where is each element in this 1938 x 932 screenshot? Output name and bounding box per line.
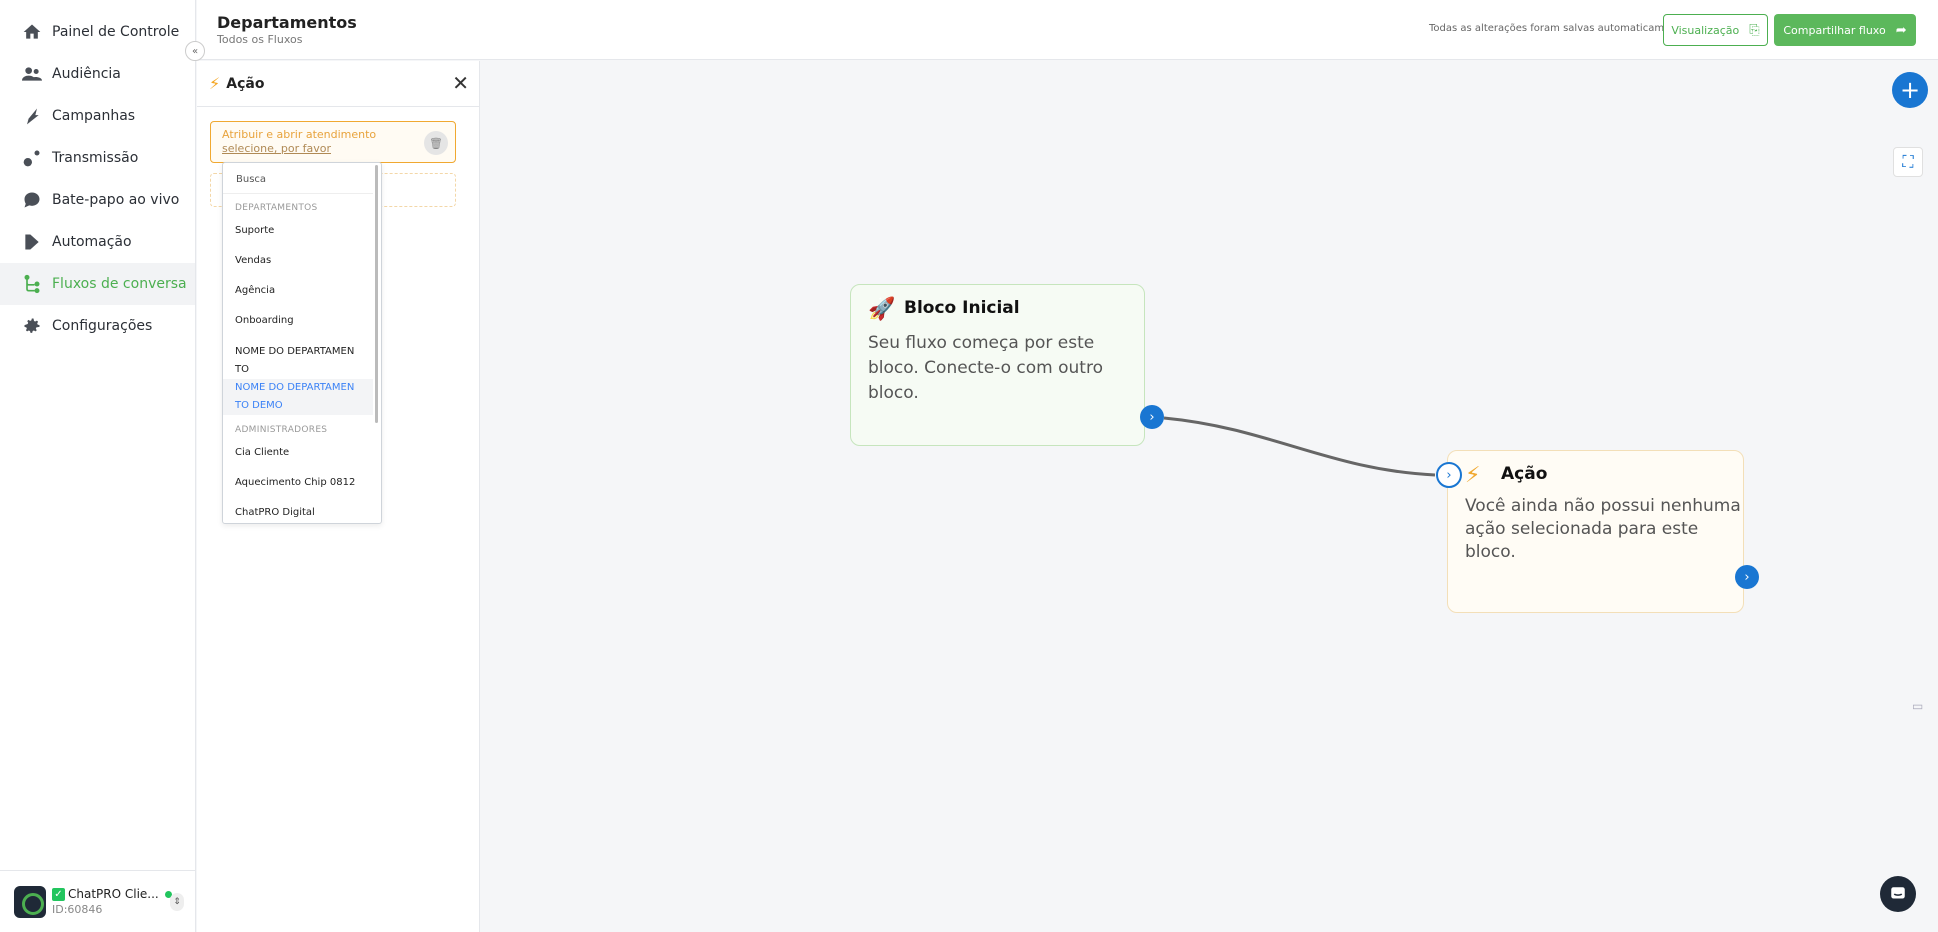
option-line: TO DEMO — [235, 400, 283, 411]
preview-icon: ⎘ — [1749, 22, 1760, 38]
start-block-output-port[interactable]: › — [1140, 405, 1164, 429]
dropdown-group-label: ADMINISTRADORES — [235, 425, 328, 435]
gear-icon — [22, 316, 42, 336]
sidebar-item-label: Campanhas — [52, 108, 136, 124]
account-switcher[interactable]: ✓ ChatPRO Clie... ID:60846 ⇕ — [0, 870, 196, 932]
support-chat-button[interactable] — [1880, 876, 1916, 912]
block-text: Seu fluxo começa por este bloco. Conecte… — [868, 333, 1103, 403]
start-block[interactable]: 🚀 Bloco Inicial Seu fluxo começa por est… — [850, 284, 1145, 446]
rocket-icon: 🚀 — [868, 297, 896, 322]
page-title: Departamentos — [217, 13, 357, 32]
avatar — [14, 885, 46, 918]
sidebar-item-automacao[interactable]: Automação — [0, 221, 195, 263]
sidebar-item-bate-papo[interactable]: Bate-papo ao vivo — [0, 179, 195, 221]
dropdown-option[interactable]: Suporte — [223, 222, 373, 240]
home-icon — [22, 22, 42, 42]
sidebar-item-label: Fluxos de conversa — [52, 276, 187, 292]
action-block[interactable]: ⚡ Ação Você ainda não possui nenhuma açã… — [1447, 450, 1744, 613]
sidebar-item-audiencia[interactable]: Audiência — [0, 53, 195, 95]
sidebar-item-label: Painel de Controle — [52, 24, 180, 40]
dropdown-option[interactable]: Vendas — [223, 252, 373, 270]
block-title: Ação — [1501, 464, 1548, 484]
campaign-icon — [22, 106, 42, 126]
account-name: ChatPRO Clie... — [68, 887, 159, 901]
add-block-button[interactable]: + — [1892, 72, 1928, 108]
dropdown-search-input[interactable]: Busca — [223, 163, 373, 194]
save-status: Todas as alterações foram salvas automat… — [1429, 23, 1687, 34]
bolt-icon: ⚡ — [1465, 463, 1481, 488]
automation-icon — [22, 232, 42, 252]
trash-icon[interactable]: 🗑 — [424, 131, 448, 155]
broadcast-icon — [22, 148, 42, 168]
dropdown-option[interactable]: Cia Cliente — [223, 444, 373, 462]
sidebar-item-label: Bate-papo ao vivo — [52, 192, 180, 208]
dropdown-option-highlighted[interactable]: NOME DO DEPARTAMEN TO DEMO — [223, 379, 373, 415]
department-dropdown[interactable]: Busca DEPARTAMENTOS Suporte Vendas Agênc… — [222, 162, 382, 524]
dropdown-option[interactable]: Onboarding — [223, 312, 373, 330]
dropdown-option[interactable]: Agência — [223, 282, 373, 300]
dropdown-group-label: DEPARTAMENTOS — [235, 203, 318, 213]
panel-title: Ação — [226, 75, 265, 92]
action-block-output-port[interactable]: › — [1735, 565, 1759, 589]
dropdown-option[interactable]: NOME DO DEPARTAMEN TO — [223, 343, 373, 379]
users-icon — [22, 64, 42, 84]
sidebar: Painel de Controle Audiência Campanhas T… — [0, 0, 196, 932]
bolt-icon: ⚡ — [209, 74, 221, 93]
option-line: NOME DO DEPARTAMEN — [235, 346, 355, 357]
sidebar-item-label: Automação — [52, 234, 132, 250]
dropdown-scrollbar[interactable] — [375, 165, 378, 423]
dropdown-option[interactable]: Aquecimento Chip 0812 — [223, 474, 373, 492]
breadcrumb[interactable]: Todos os Fluxos — [217, 33, 302, 46]
share-arrow-icon: ➦ — [1895, 22, 1907, 38]
chevron-updown-icon[interactable]: ⇕ — [170, 893, 184, 911]
sidebar-item-configuracoes[interactable]: Configurações — [0, 305, 195, 347]
sidebar-item-transmissao[interactable]: Transmissão — [0, 137, 195, 179]
collapse-sidebar-button[interactable]: « — [185, 41, 205, 61]
sidebar-item-label: Audiência — [52, 66, 121, 82]
sidebar-item-painel[interactable]: Painel de Controle — [0, 11, 195, 53]
verified-check-icon: ✓ — [52, 887, 65, 901]
share-flow-button[interactable]: Compartilhar fluxo ➦ — [1774, 14, 1916, 46]
flow-icon — [22, 274, 42, 294]
fit-view-icon[interactable]: ⛶ — [1893, 147, 1923, 177]
chat-bubble-icon — [22, 190, 42, 210]
header: Departamentos Todos os Fluxos Todas as a… — [197, 0, 1938, 60]
sidebar-item-label: Transmissão — [52, 150, 139, 166]
preview-label: Visualização — [1671, 23, 1740, 37]
sidebar-item-fluxos[interactable]: Fluxos de conversa — [0, 263, 195, 305]
action-name: Atribuir e abrir atendimento — [222, 128, 377, 141]
preview-button[interactable]: Visualização ⎘ — [1663, 14, 1768, 46]
minimap-icon[interactable]: ▭ — [1912, 699, 1932, 719]
sidebar-item-label: Configurações — [52, 318, 153, 334]
option-line: NOME DO DEPARTAMEN — [235, 382, 355, 393]
block-title: Bloco Inicial — [904, 298, 1020, 318]
department-select[interactable]: selecione, por favor — [222, 142, 331, 155]
share-label: Compartilhar fluxo — [1783, 23, 1886, 37]
account-id: ID:60846 — [52, 903, 103, 916]
block-text: Você ainda não possui nenhuma ação selec… — [1465, 496, 1741, 562]
chat-icon — [1891, 887, 1905, 899]
action-card[interactable]: Atribuir e abrir atendimento selecione, … — [210, 121, 456, 163]
sidebar-item-campanhas[interactable]: Campanhas — [0, 95, 195, 137]
action-block-input-port[interactable]: › — [1436, 462, 1462, 488]
dropdown-option[interactable]: ChatPRO Digital — [223, 504, 373, 522]
option-line: TO — [235, 364, 249, 375]
close-icon[interactable]: ✕ — [452, 73, 469, 93]
